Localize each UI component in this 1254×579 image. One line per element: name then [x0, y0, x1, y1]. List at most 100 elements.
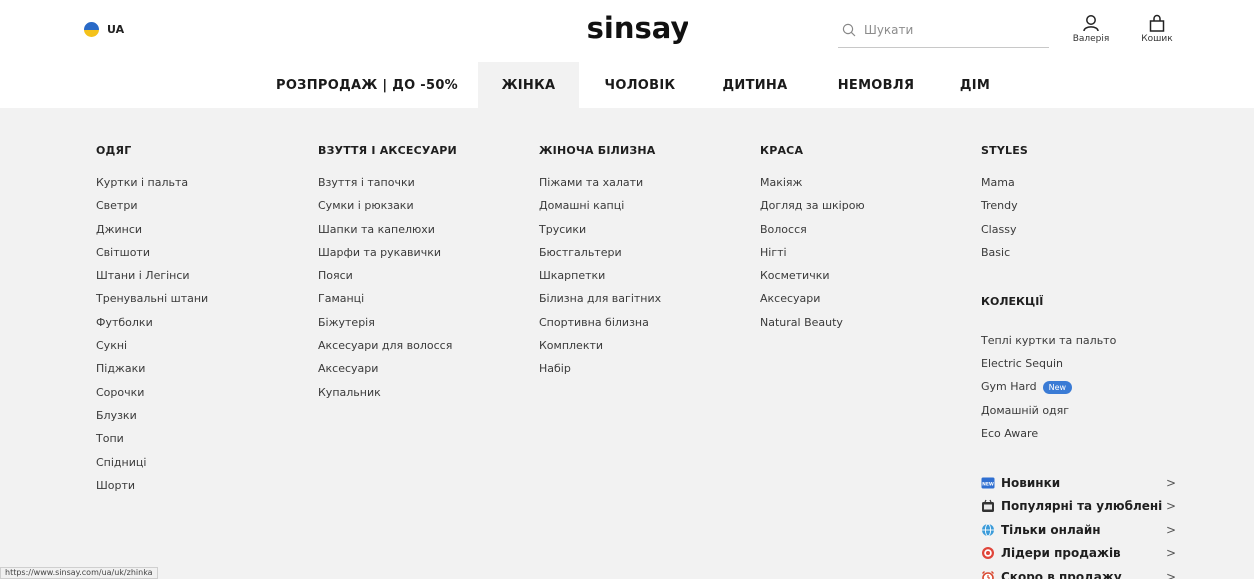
menu-link[interactable]: Світшоти [96, 246, 208, 269]
logo-text: sinsay [588, 11, 688, 45]
column-title[interactable]: ОДЯГ [96, 144, 208, 160]
collection-link[interactable]: Домашній одяг [981, 399, 1116, 422]
collection-link[interactable]: Теплі куртки та пальто [981, 329, 1116, 352]
nav-item-men[interactable]: ЧОЛОВІК [594, 62, 686, 108]
menu-list: Піжами та халати Домашні капці Трусики Б… [539, 176, 661, 386]
menu-link[interactable]: Блузки [96, 409, 208, 432]
popular-icon [981, 499, 995, 513]
collection-link[interactable]: Gym Hard New [981, 376, 1116, 399]
promo-link-popular[interactable]: Популярні та улюблені > [981, 495, 1176, 519]
svg-text:NEW: NEW [982, 481, 994, 487]
menu-link[interactable]: Піжами та халати [539, 176, 661, 199]
menu-link[interactable]: Нігті [760, 246, 865, 269]
menu-link[interactable]: Classy [981, 223, 1028, 246]
account-button[interactable]: Валерія [1066, 14, 1116, 44]
menu-link[interactable]: Шарфи та рукавички [318, 246, 457, 269]
menu-link[interactable]: Аксесуари [318, 362, 457, 385]
column-title[interactable]: ЖІНОЧА БІЛИЗНА [539, 144, 661, 160]
nav-item-sale[interactable]: РОЗПРОДАЖ | ДО -50% [274, 62, 460, 108]
menu-link[interactable]: Сумки і рюкзаки [318, 199, 457, 222]
menu-link[interactable]: Штани і Легінси [96, 269, 208, 292]
menu-link[interactable]: Домашні капці [539, 199, 661, 222]
nav-item-kids[interactable]: ДИТИНА [710, 62, 800, 108]
sinsay-logo[interactable]: sinsay [588, 8, 688, 52]
new-badge-icon: NEW [981, 476, 995, 490]
menu-link[interactable]: Трусики [539, 223, 661, 246]
nav-item-home[interactable]: ДІМ [950, 62, 1000, 108]
menu-link[interactable]: Светри [96, 199, 208, 222]
search-icon [842, 23, 856, 36]
menu-link[interactable]: Спортивна білизна [539, 316, 661, 339]
menu-link[interactable]: Аксесуари [760, 292, 865, 315]
promo-link-online-only[interactable]: Тільки онлайн > [981, 518, 1176, 542]
menu-link[interactable]: Тренувальні штани [96, 292, 208, 315]
collection-label: Домашній одяг [981, 403, 1070, 417]
menu-column-beauty: КРАСА Макіяж Догляд за шкірою Волосся Ні… [760, 144, 865, 339]
promo-label: Новинки [1001, 475, 1061, 490]
collection-link[interactable]: Eco Aware [981, 422, 1116, 445]
menu-link[interactable]: Набір [539, 362, 661, 385]
menu-link[interactable]: Догляд за шкірою [760, 199, 865, 222]
column-title[interactable]: КРАСА [760, 144, 865, 160]
column-title[interactable]: ВЗУТТЯ І АКСЕСУАРИ [318, 144, 457, 160]
chevron-right-icon: > [1165, 475, 1176, 490]
collections-title[interactable]: КОЛЕКЦІЇ [981, 295, 1043, 308]
menu-link[interactable]: Сорочки [96, 386, 208, 409]
menu-link[interactable]: Взуття і тапочки [318, 176, 457, 199]
language-label: UA [107, 23, 125, 36]
menu-link[interactable]: Natural Beauty [760, 316, 865, 339]
new-badge: New [1042, 380, 1073, 394]
menu-link[interactable]: Гаманці [318, 292, 457, 315]
menu-link[interactable]: Топи [96, 432, 208, 455]
menu-link[interactable]: Trendy [981, 199, 1028, 222]
ukraine-flag-icon [84, 22, 99, 37]
menu-link[interactable]: Білизна для вагітних [539, 292, 661, 315]
chevron-right-icon: > [1165, 499, 1176, 514]
menu-link[interactable]: Basic [981, 246, 1028, 269]
menu-link[interactable]: Джинси [96, 223, 208, 246]
menu-link[interactable]: Піджаки [96, 362, 208, 385]
menu-link[interactable]: Шорти [96, 479, 208, 502]
menu-list: Mama Trendy Classy Basic [981, 176, 1028, 269]
promo-link-new[interactable]: NEW Новинки > [981, 471, 1176, 495]
main-navigation: РОЗПРОДАЖ | ДО -50% ЖІНКА ЧОЛОВІК ДИТИНА… [0, 62, 1254, 108]
menu-link[interactable]: Косметички [760, 269, 865, 292]
menu-link[interactable]: Аксесуари для волосся [318, 339, 457, 362]
promo-link-coming-soon[interactable]: Скоро в продажу > [981, 565, 1176, 579]
column-title[interactable]: STYLES [981, 144, 1028, 160]
promo-link-bestsellers[interactable]: Лідери продажів > [981, 542, 1176, 566]
menu-link[interactable]: Шкарпетки [539, 269, 661, 292]
menu-link[interactable]: Mama [981, 176, 1028, 199]
menu-link[interactable]: Куртки і пальта [96, 176, 208, 199]
search-input[interactable] [864, 22, 1024, 37]
collection-link[interactable]: Electric Sequin [981, 352, 1116, 375]
menu-column-clothing: ОДЯГ Куртки і пальта Светри Джинси Світш… [96, 144, 208, 502]
menu-link[interactable]: Біжутерія [318, 316, 457, 339]
nav-item-baby[interactable]: НЕМОВЛЯ [827, 62, 925, 108]
menu-link[interactable]: Сукні [96, 339, 208, 362]
menu-link[interactable]: Спідниці [96, 456, 208, 479]
promo-label: Лідери продажів [1001, 546, 1121, 561]
user-icon [1083, 15, 1099, 32]
account-label: Валерія [1072, 34, 1110, 44]
menu-link[interactable]: Комплекти [539, 339, 661, 362]
menu-link[interactable]: Пояси [318, 269, 457, 292]
menu-link[interactable]: Бюстгальтери [539, 246, 661, 269]
menu-link[interactable]: Макіяж [760, 176, 865, 199]
menu-link[interactable]: Волосся [760, 223, 865, 246]
menu-column-shoes-accessories: ВЗУТТЯ І АКСЕСУАРИ Взуття і тапочки Сумк… [318, 144, 457, 409]
language-switcher[interactable]: UA [84, 22, 124, 37]
mega-menu: ОДЯГ Куртки і пальта Светри Джинси Світш… [0, 108, 1254, 579]
menu-list: Куртки і пальта Светри Джинси Світшоти Ш… [96, 176, 208, 502]
menu-link[interactable]: Футболки [96, 316, 208, 339]
menu-list: Взуття і тапочки Сумки і рюкзаки Шапки т… [318, 176, 457, 409]
menu-column-lingerie: ЖІНОЧА БІЛИЗНА Піжами та халати Домашні … [539, 144, 661, 386]
shopping-bag-icon [1149, 14, 1165, 32]
search-box[interactable] [838, 12, 1049, 48]
menu-link[interactable]: Шапки та капелюхи [318, 223, 457, 246]
nav-item-women[interactable]: ЖІНКА [478, 62, 579, 108]
target-icon [981, 546, 995, 560]
site-header: UA sinsay Валерія Кошик [0, 0, 1254, 62]
menu-link[interactable]: Купальник [318, 386, 457, 409]
cart-button[interactable]: Кошик [1134, 14, 1180, 44]
